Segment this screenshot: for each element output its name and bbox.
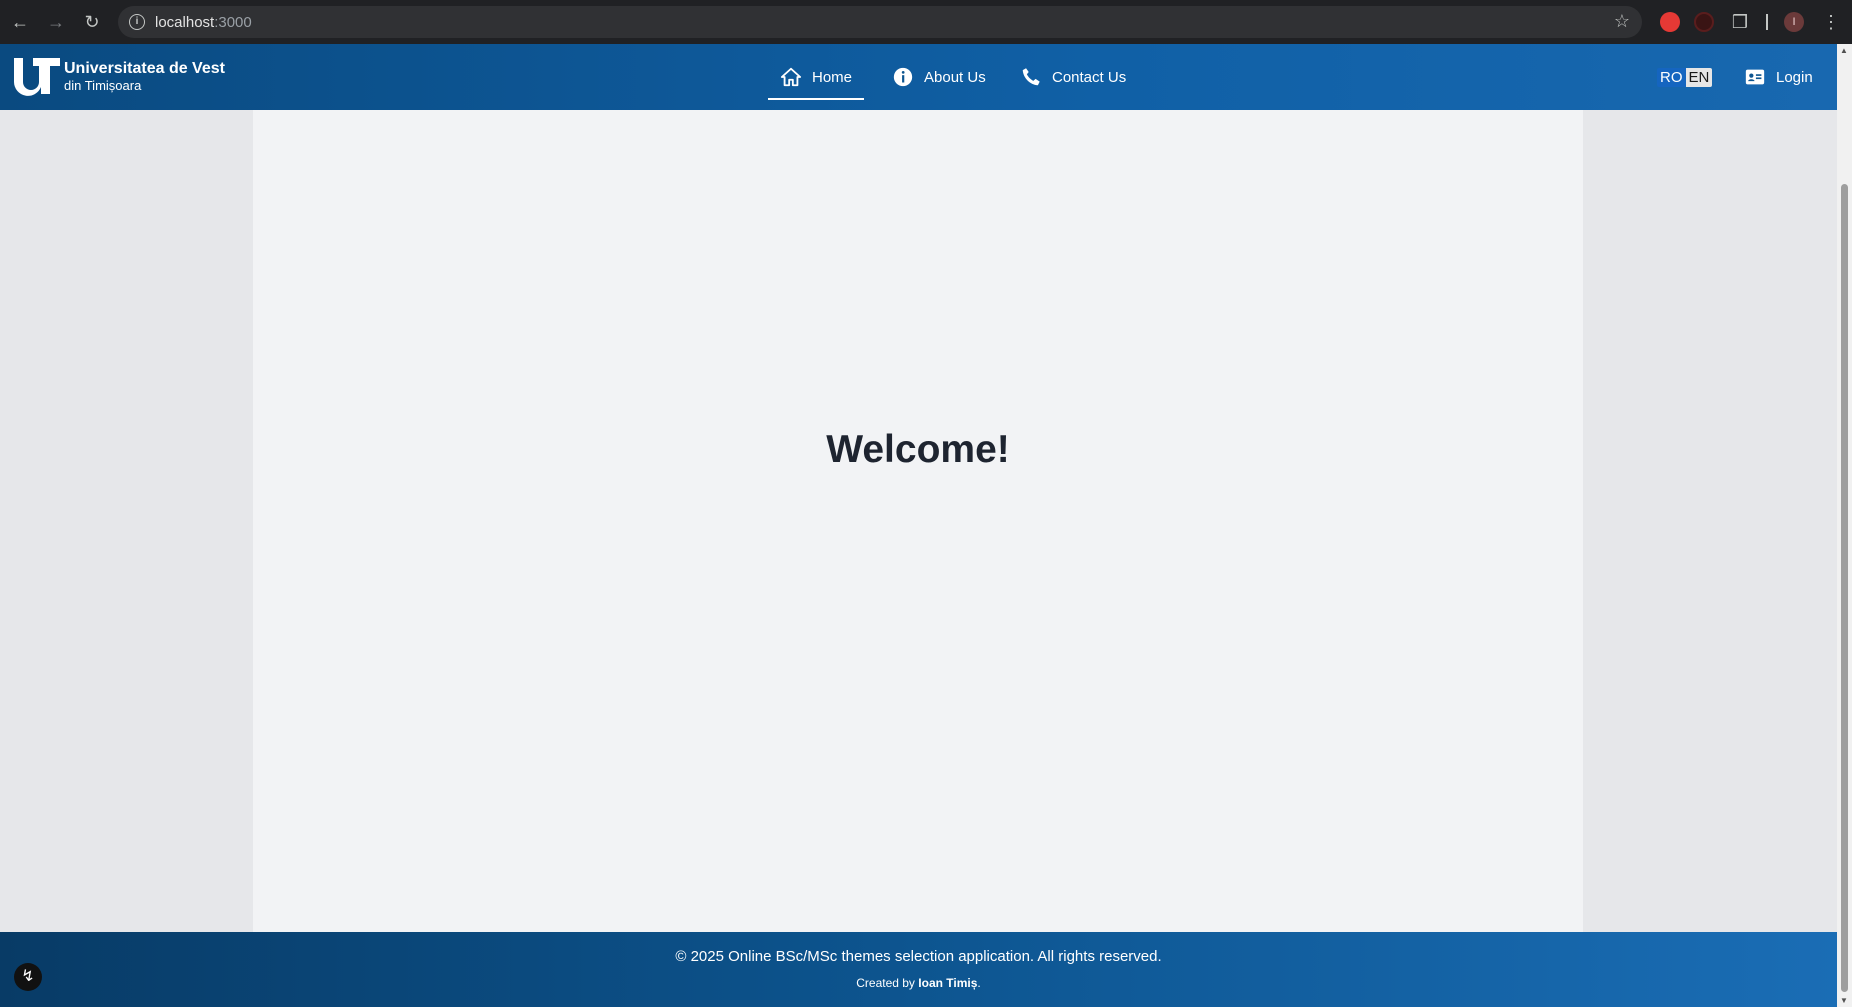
login-label: Login xyxy=(1776,68,1813,86)
back-icon[interactable]: ← xyxy=(8,10,32,34)
nav-home[interactable]: Home xyxy=(768,44,865,110)
forward-icon[interactable]: → xyxy=(44,10,68,34)
url-text[interactable]: localhost:3000 xyxy=(155,14,252,31)
scroll-down-icon[interactable]: ▼ xyxy=(1840,996,1848,1005)
site-footer: © 2025 Online BSc/MSc themes selection a… xyxy=(0,932,1837,1007)
welcome-heading: Welcome! xyxy=(826,428,1010,471)
nav-home-label: Home xyxy=(812,68,853,86)
active-nav-indicator xyxy=(768,98,865,100)
nav-contact-us[interactable]: Contact Us xyxy=(1020,44,1126,110)
footer-copyright: © 2025 Online BSc/MSc themes selection a… xyxy=(675,948,1162,965)
reload-icon[interactable]: ↻ xyxy=(80,10,104,34)
extensions-puzzle-icon[interactable]: ❒ xyxy=(1730,12,1750,32)
scroll-thumb[interactable] xyxy=(1841,184,1848,992)
address-bar[interactable]: i localhost:3000 ☆ xyxy=(118,6,1642,38)
home-icon xyxy=(780,67,802,87)
language-switcher: RO EN xyxy=(1657,68,1713,87)
browser-toolbar: ← → ↻ i localhost:3000 ☆ ❒ I ⋮ xyxy=(0,0,1852,44)
logo-title: Universitatea de Vest xyxy=(64,60,225,77)
nav-about-us[interactable]: About Us xyxy=(892,44,986,110)
lang-en-button[interactable]: EN xyxy=(1685,68,1713,87)
author-name: Ioan Timiș xyxy=(918,976,978,990)
uvt-logo-mark-icon xyxy=(14,58,60,96)
logo-subtitle: din Timișoara xyxy=(64,78,142,93)
site-header: Universitatea de Vest din Timișoara Home… xyxy=(0,44,1837,110)
extension-red-icon[interactable] xyxy=(1660,12,1680,32)
id-card-icon xyxy=(1745,69,1765,85)
toolbar-divider xyxy=(1766,14,1768,30)
lang-ro-button[interactable]: RO xyxy=(1657,68,1686,87)
extension-dark-icon[interactable] xyxy=(1694,12,1714,32)
profile-avatar[interactable]: I xyxy=(1784,12,1804,32)
nav-contact-label: Contact Us xyxy=(1052,68,1127,86)
phone-icon xyxy=(1022,68,1040,86)
dev-tools-bolt-icon[interactable]: ↯ xyxy=(14,963,42,991)
site-info-icon[interactable]: i xyxy=(129,14,145,30)
info-icon xyxy=(893,67,913,87)
main-content: Welcome! xyxy=(253,110,1583,932)
nav-about-label: About Us xyxy=(924,68,986,86)
page-scrollbar[interactable]: ▲ ▼ xyxy=(1837,44,1852,1007)
footer-credit: Created by Ioan Timiș. xyxy=(856,976,981,990)
scroll-up-icon[interactable]: ▲ xyxy=(1840,46,1848,55)
bookmark-star-icon[interactable]: ☆ xyxy=(1614,11,1630,32)
browser-menu-icon[interactable]: ⋮ xyxy=(1822,10,1840,34)
login-button[interactable]: Login xyxy=(1744,44,1813,110)
